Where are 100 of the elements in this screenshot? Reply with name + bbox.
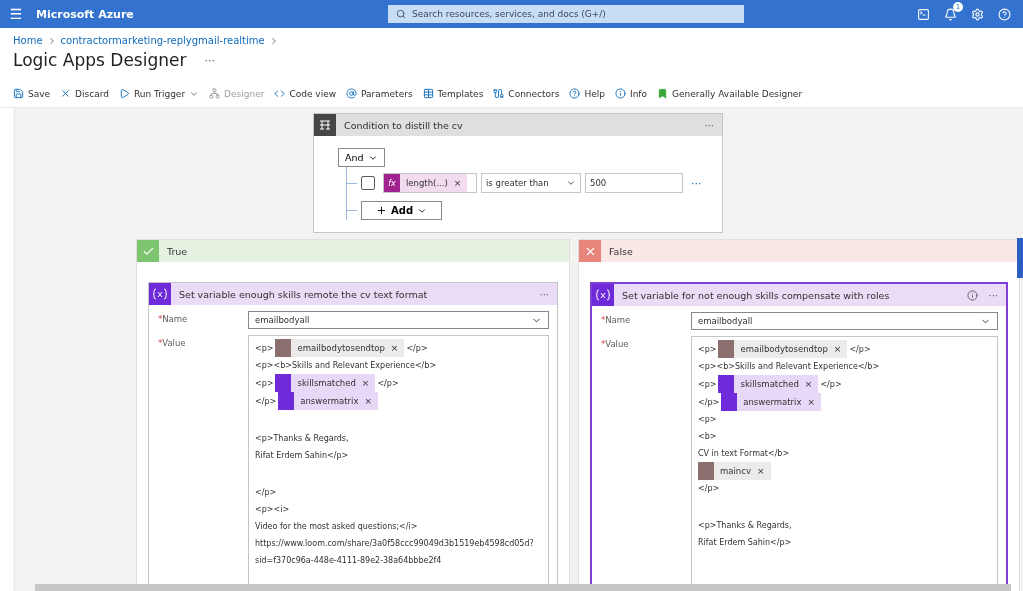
code-text: <p><i> [255, 504, 290, 516]
code-text: Rifat Erdem Sahin</p> [255, 450, 349, 462]
remove-icon[interactable]: × [833, 340, 842, 358]
toolbar-button[interactable]: Code view [274, 88, 337, 99]
brand-name[interactable]: Microsoft Azure [36, 7, 376, 21]
play-icon [118, 88, 130, 99]
branch-header[interactable]: False [579, 240, 1019, 262]
code-icon [274, 88, 286, 99]
name-dropdown[interactable]: emailbodyall [691, 312, 998, 330]
table-icon [422, 88, 434, 99]
more-button[interactable]: ··· [704, 119, 714, 131]
code-text: </p> [698, 396, 720, 409]
condition-header[interactable]: Condition to distill the cv ··· [314, 114, 722, 136]
chevron-icon [566, 178, 576, 188]
branch-header[interactable]: True [137, 240, 569, 262]
code-text: sid=f370c96a-448e-4111-89e2-38a64bbbe2f4 [255, 555, 442, 567]
toolbar-button[interactable]: Generally Available Designer [657, 88, 803, 99]
search-field[interactable]: Search resources, services, and docs (G+/) [388, 5, 744, 23]
token-chip[interactable]: maincv × [698, 462, 771, 480]
code-text: <p> [698, 414, 717, 426]
token-chip[interactable]: skillsmatched × [275, 374, 376, 392]
code-text: </p> [255, 487, 277, 499]
code-text: <p>Thanks & Regards, [698, 520, 792, 532]
branch-title: True [167, 245, 188, 257]
token-chip[interactable]: emailbodytosendtop × [275, 339, 405, 357]
info-icon [615, 88, 626, 99]
action-title: Set variable for not enough skills compensate with roles [622, 289, 890, 301]
action-header[interactable]: Set variable enough skills remote the cv text format ··· [149, 283, 557, 305]
remove-icon[interactable]: × [804, 375, 813, 393]
more-button[interactable]: ··· [691, 176, 702, 190]
menu-button[interactable]: ☰ [8, 6, 24, 22]
more-button[interactable]: ··· [539, 288, 549, 300]
operand-field[interactable]: fx length(...) × [383, 173, 477, 193]
remove-icon[interactable]: × [756, 462, 765, 480]
terminal-icon[interactable] [917, 7, 930, 21]
toolbar-button[interactable]: Connectors [493, 88, 560, 99]
remove-icon[interactable]: × [364, 392, 372, 410]
field-label: *Value [158, 337, 187, 350]
comparison-dropdown[interactable]: is greater than [481, 173, 581, 193]
token-chip[interactable]: emailbodytosendtop × [718, 340, 848, 358]
help-icon[interactable] [998, 7, 1011, 21]
close-icon [60, 88, 72, 99]
bookmark-icon [657, 88, 669, 99]
settings-icon[interactable] [971, 7, 984, 21]
code-text: Video for the most asked questions;</i> [255, 521, 418, 533]
name-dropdown[interactable]: emailbodyall [248, 311, 549, 329]
row-checkbox[interactable] [361, 176, 375, 190]
page-title: Logic Apps Designer [13, 50, 187, 70]
breadcrumb-link[interactable]: contractormarketing-replygmail-realtime [60, 35, 265, 46]
code-text: </p> [406, 342, 428, 355]
toolbar-button[interactable]: Save [13, 88, 51, 99]
toolbar-button[interactable]: Templates [422, 88, 484, 99]
remove-icon[interactable]: × [807, 393, 815, 411]
code-text: <b> [698, 431, 717, 443]
scrollbar-thumb[interactable] [1017, 238, 1023, 278]
notifications-icon[interactable] [944, 7, 957, 21]
token-chip[interactable]: answermatrix × [721, 393, 821, 411]
code-text: </p> [698, 483, 720, 495]
code-text: Rifat Erdem Sahin</p> [698, 537, 792, 549]
code-text: https://www.loom.com/share/3a0f58ccc99049d3b1519eb4598cd05d? [255, 538, 534, 550]
code-text: </p> [849, 343, 871, 356]
remove-icon[interactable]: × [361, 374, 370, 392]
code-text: <p> [255, 377, 274, 390]
add-button[interactable]: Add [361, 201, 443, 220]
token-chip[interactable]: fx length(...) × [384, 174, 468, 192]
toolbar-button[interactable]: Parameters [346, 88, 413, 99]
more-button[interactable]: ··· [204, 53, 215, 67]
more-button[interactable]: ··· [988, 289, 998, 301]
token-chip[interactable]: answermatrix × [278, 392, 378, 410]
field-label: *Value [601, 338, 630, 351]
scrollbar[interactable] [35, 584, 1011, 591]
function-icon: fx [384, 174, 400, 192]
action-header[interactable]: Set variable for not enough skills compensate with roles ··· [592, 284, 1006, 306]
code-text: CV in text Format</b> [698, 448, 790, 460]
code-text: <p>Thanks & Regards, [255, 433, 349, 445]
condition-title: Condition to distill the cv [344, 119, 463, 131]
code-text: <p> [698, 378, 717, 391]
toolbar-button[interactable]: Help [569, 88, 605, 99]
code-text: </p> [820, 378, 842, 391]
value-field[interactable]: 500 [585, 173, 683, 193]
at-sign-icon [346, 88, 358, 99]
field-label: *Name [158, 313, 189, 326]
save-icon [13, 88, 24, 99]
remove-icon[interactable]: × [453, 178, 462, 188]
remove-icon[interactable]: × [390, 339, 399, 357]
info-icon[interactable] [967, 289, 979, 301]
help-icon [569, 88, 581, 99]
token-chip[interactable]: skillsmatched × [718, 375, 819, 393]
plug-icon [493, 88, 505, 99]
hierarchy-icon [209, 88, 221, 99]
branch-title: False [609, 245, 633, 257]
code-text: <p> [698, 343, 717, 356]
code-text: </p> [377, 377, 399, 390]
toolbar-button[interactable]: Run Trigger [118, 88, 200, 99]
toolbar-button[interactable]: Discard [60, 88, 109, 99]
search-icon [396, 9, 406, 19]
code-text: <p> [255, 342, 274, 355]
breadcrumb-link[interactable]: Home [13, 35, 43, 46]
toolbar-button[interactable]: Info [615, 88, 648, 99]
operator-dropdown[interactable]: And [338, 148, 385, 167]
